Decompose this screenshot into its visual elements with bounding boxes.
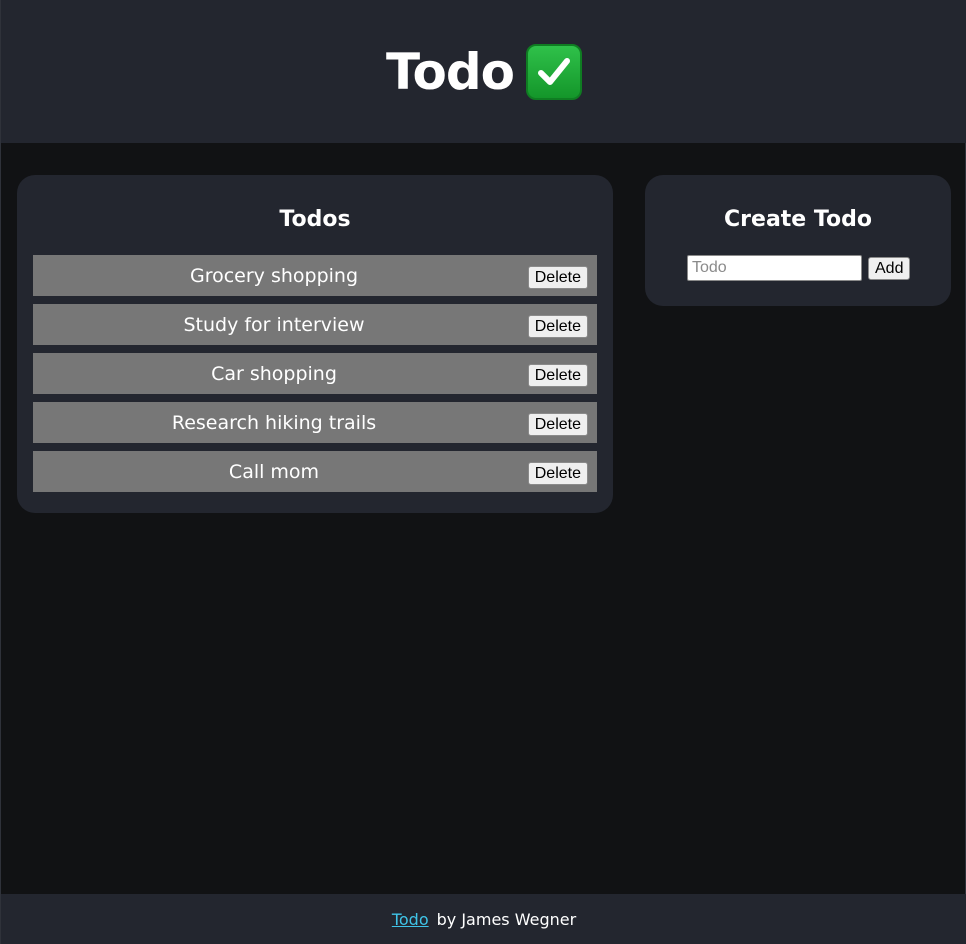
app-title-text: Todo — [386, 42, 515, 101]
delete-button[interactable]: Delete — [527, 266, 588, 289]
todo-item: Grocery shopping Delete — [33, 255, 597, 296]
todos-panel: Todos Grocery shopping Delete Study for … — [17, 175, 613, 513]
todo-item: Car shopping Delete — [33, 353, 597, 394]
todo-item-text: Study for interview — [183, 313, 365, 336]
todo-list: Grocery shopping Delete Study for interv… — [33, 255, 597, 500]
delete-button[interactable]: Delete — [527, 364, 588, 387]
delete-button[interactable]: Delete — [527, 462, 588, 485]
todo-item-text: Research hiking trails — [171, 411, 377, 434]
create-todo-title: Create Todo — [724, 207, 872, 232]
todo-input[interactable] — [687, 255, 862, 281]
create-todo-panel: Create Todo Add — [645, 175, 951, 306]
delete-button[interactable]: Delete — [527, 315, 588, 338]
footer-credit: by James Wegner — [436, 909, 577, 929]
todo-item-text: Grocery shopping — [189, 264, 359, 287]
todo-item: Study for interview Delete — [33, 304, 597, 345]
check-mark-icon — [525, 43, 582, 100]
todo-item-text: Call mom — [228, 460, 320, 483]
todos-panel-title: Todos — [279, 207, 351, 232]
create-todo-form: Add — [687, 255, 911, 281]
add-button[interactable]: Add — [868, 256, 911, 280]
todo-item-text: Car shopping — [211, 362, 337, 385]
todo-item: Call mom Delete — [33, 451, 597, 492]
app-title: Todo — [386, 43, 582, 101]
delete-button[interactable]: Delete — [527, 413, 588, 436]
footer: Todo by James Wegner — [1, 894, 966, 944]
footer-todo-link[interactable]: Todo — [392, 910, 429, 929]
todo-item: Research hiking trails Delete — [33, 402, 597, 443]
app-header: Todo — [1, 0, 966, 143]
